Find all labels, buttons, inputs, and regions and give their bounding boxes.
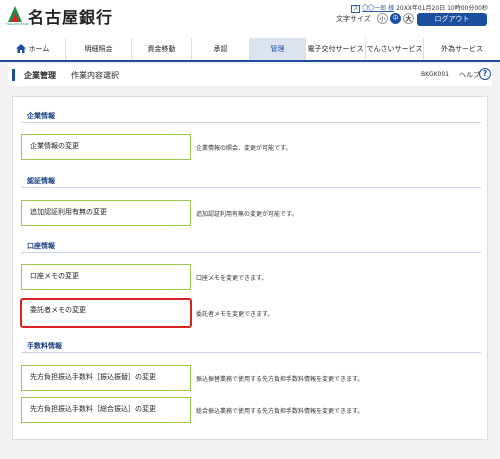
nav-forex[interactable]: 外為サービス (424, 38, 500, 60)
section-divider (21, 352, 481, 353)
change-company-info-button[interactable]: 企業情報の変更 (21, 134, 191, 160)
text-size-label: 文字サイズ (336, 15, 371, 23)
title-accent-bar (12, 69, 15, 81)
nav-approval[interactable]: 承認 (192, 38, 250, 60)
text-size-medium-button[interactable]: 中 (390, 13, 401, 24)
nav-statements[interactable]: 明細照会 (66, 38, 132, 60)
page-subtitle: 作業内容選択 (71, 71, 119, 80)
screen-id: BKGK001 (421, 71, 450, 78)
nav-e-delivery[interactable]: 電子交付サービス (306, 38, 366, 60)
help-icon[interactable]: ? (479, 68, 491, 80)
logo-subtext: NAGOYA BANK (7, 22, 29, 26)
change-bulk-transfer-fee-desc: 総合振込業務で使用する先方負担手数料情報を変更できます。 (196, 408, 364, 415)
section-divider (21, 252, 481, 253)
change-consignor-memo-desc: 委託者メモを変更できます。 (196, 311, 274, 318)
section-divider (21, 187, 481, 188)
bank-logo-icon (8, 6, 22, 22)
user-info: ス 〇〇一郎 様 20XX年01月20日 10時00分00秒 (351, 3, 488, 13)
change-account-memo-button[interactable]: 口座メモの変更 (21, 264, 191, 290)
user-icon: ス (351, 4, 361, 13)
change-account-memo-desc: 口座メモを変更できます。 (196, 275, 268, 282)
section-divider (21, 122, 481, 123)
section-title-company-info: 企業情報 (27, 112, 55, 120)
bank-name-logo: 名古屋銀行 (28, 8, 114, 27)
text-size-large-button[interactable]: 大 (403, 13, 414, 24)
nav-home[interactable]: ホーム (0, 38, 66, 60)
section-title-auth-info: 認証情報 (27, 177, 55, 185)
change-transfer-fee-desc: 振込振替業務で使用する先方負担手数料情報を変更できます。 (196, 376, 364, 383)
change-additional-auth-desc: 追加認証利用有無の変更が可能です。 (196, 211, 298, 218)
page-title-bar: 企業管理 作業内容選択 BKGK001 ヘルプ ? (8, 64, 492, 86)
section-title-fee-info: 手数料情報 (27, 342, 62, 350)
change-bulk-transfer-fee-button[interactable]: 先方負担振込手数料［総合振込］の変更 (21, 397, 191, 423)
nav-fund-transfer[interactable]: 資金移動 (132, 38, 192, 60)
nav-management[interactable]: 管理 (250, 38, 306, 60)
change-consignor-memo-button[interactable]: 委託者メモの変更 (20, 298, 192, 328)
home-icon (15, 44, 26, 53)
help-link[interactable]: ヘルプ (459, 70, 480, 80)
header: NAGOYA BANK 名古屋銀行 ス 〇〇一郎 様 20XX年01月20日 1… (0, 0, 500, 38)
last-login-time: 20XX年01月20日 10時00分00秒 (396, 5, 488, 12)
section-title-account-info: 口座情報 (27, 242, 55, 250)
change-transfer-fee-button[interactable]: 先方負担振込手数料［振込振替］の変更 (21, 365, 191, 391)
text-size-small-button[interactable]: 小 (377, 13, 388, 24)
menu-panel: 企業情報 企業情報の変更 企業情報の照会、変更が可能です。 認証情報 追加認証利… (12, 96, 488, 440)
change-company-info-desc: 企業情報の照会、変更が可能です。 (196, 145, 292, 152)
change-additional-auth-button[interactable]: 追加認証利用有無の変更 (21, 200, 191, 226)
global-nav: ホーム 明細照会 資金移動 承認 管理 電子交付サービス でんさいサービス 外為… (0, 38, 500, 62)
nav-densai[interactable]: でんさいサービス (366, 38, 424, 60)
nav-home-label: ホーム (28, 45, 50, 53)
logout-button[interactable]: ログアウト (417, 13, 487, 26)
page-title: 企業管理 (24, 71, 56, 80)
user-name-link[interactable]: 〇〇一郎 様 (362, 5, 394, 12)
